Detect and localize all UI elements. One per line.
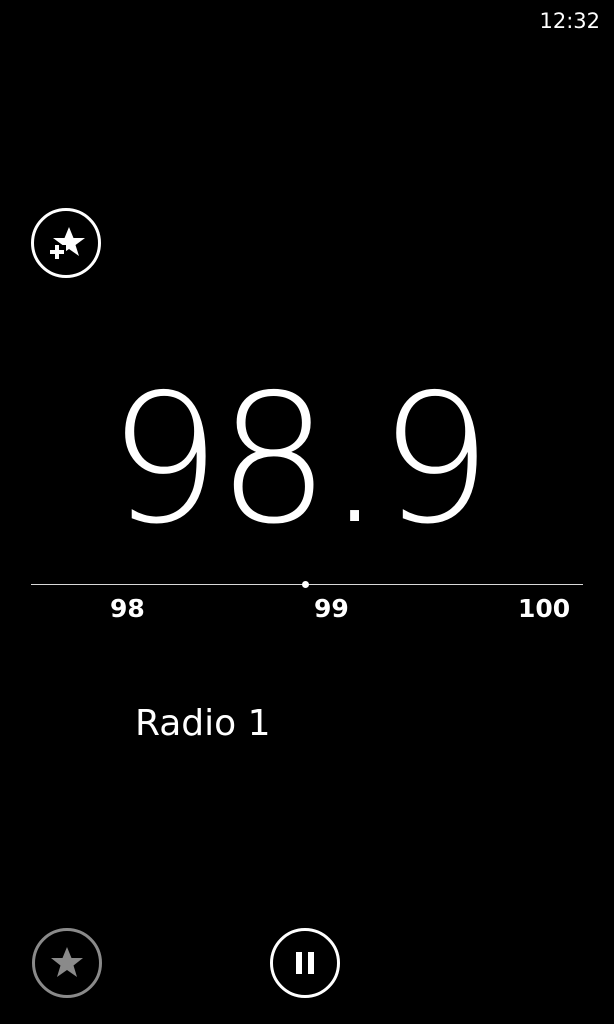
favorites-button[interactable] [32,928,102,998]
star-icon [49,945,85,981]
pause-button[interactable] [270,928,340,998]
star-plus-icon [46,223,86,263]
scale-label-98: 98 [110,594,145,623]
scale-label-99: 99 [314,594,349,623]
station-name: Radio 1 [135,703,271,744]
add-favorite-button[interactable] [31,208,101,278]
scale-label-100: 100 [518,594,571,623]
pause-icon [290,948,320,978]
frequency-display: 98.9 [107,356,492,563]
status-time: 12:32 [539,9,600,33]
tuner-position-marker[interactable] [302,581,309,588]
